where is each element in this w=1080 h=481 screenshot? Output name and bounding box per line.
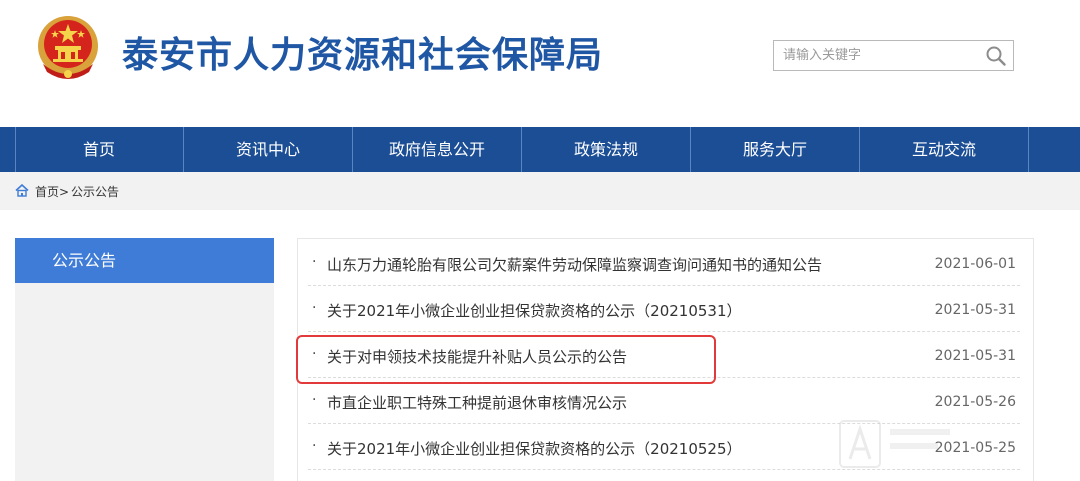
list-item-date: 2021-05-31 [934,302,1016,318]
bullet-dot: · [312,438,317,454]
home-icon [15,184,29,197]
nav-item-home[interactable]: 首页 [15,127,183,172]
bullet-dot: · [312,346,317,362]
search-icon[interactable] [985,45,1007,67]
breadcrumb-current: 公示公告 [71,185,120,199]
site-title: 泰安市人力资源和社会保障局 [122,35,604,76]
nav-item-service-hall[interactable]: 服务大厅 [691,127,859,172]
list-item-date: 2021-06-01 [934,256,1016,272]
breadcrumb: 首页> 公示公告 [0,172,1080,210]
watermark-logo [839,420,950,468]
list-item[interactable]: · 关于2021年小微企业创业担保贷款资格的公示（20210531） 2021-… [308,286,1020,332]
nav-item-news-center[interactable]: 资讯中心 [184,127,352,172]
list-item-title[interactable]: 关于对申领技术技能提升补贴人员公示的公告 [327,346,627,367]
nav-item-policies[interactable]: 政策法规 [522,127,690,172]
nav-divider [1028,127,1029,172]
list-item-title[interactable]: 关于2021年小微企业创业担保贷款资格的公示（20210531） [327,300,742,321]
search-input[interactable] [774,41,980,70]
list-item-title[interactable]: 市直企业职工特殊工种提前退休审核情况公示 [327,392,627,413]
nav-item-gov-info[interactable]: 政府信息公开 [353,127,521,172]
bullet-dot: · [312,254,317,270]
list-item-date: 2021-05-26 [934,394,1016,410]
bullet-dot: · [312,392,317,408]
sidebar-item-announcements[interactable]: 公示公告 [15,238,274,283]
national-emblem-logo [38,16,98,79]
breadcrumb-home-link[interactable]: 首页> [35,183,69,200]
site-header: 泰安市人力资源和社会保障局 [0,0,1080,127]
list-item-title[interactable]: 山东万力通轮胎有限公司欠薪案件劳动保障监察调查询问通知书的通知公告 [327,254,822,275]
list-item[interactable]: · 关于对申领技术技能提升补贴人员公示的公告 2021-05-31 [308,332,1020,378]
list-item[interactable]: · 山东万力通轮胎有限公司欠薪案件劳动保障监察调查询问通知书的通知公告 2021… [308,240,1020,286]
search-box [773,40,1014,71]
main-nav: 首页 资讯中心 政府信息公开 政策法规 服务大厅 互动交流 [0,127,1080,172]
nav-item-interaction[interactable]: 互动交流 [860,127,1028,172]
sidebar: 公示公告 [15,238,274,481]
bullet-dot: · [312,300,317,316]
list-item-title[interactable]: 关于2021年小微企业创业担保贷款资格的公示（20210525） [327,438,742,459]
list-item-date: 2021-05-31 [934,348,1016,364]
